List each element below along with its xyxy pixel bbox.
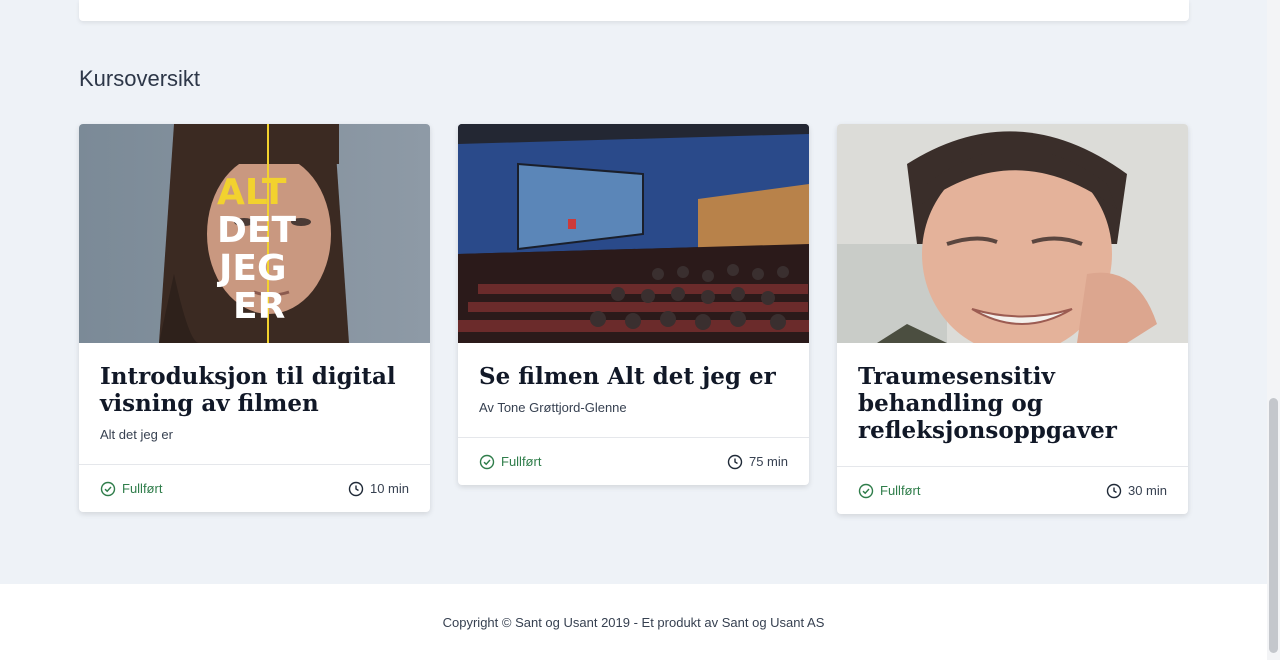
clock-icon [348, 481, 364, 497]
course-subtitle: Alt det jeg er [100, 427, 173, 442]
status-label: Fullført [880, 483, 921, 498]
poster-text-line: JEG [216, 248, 287, 289]
check-circle-icon [479, 454, 495, 470]
clock-icon [727, 454, 743, 470]
course-card-footer: Fullført 10 min [79, 464, 430, 512]
course-image [458, 124, 809, 343]
vertical-scrollbar[interactable] [1267, 0, 1280, 660]
course-image [837, 124, 1188, 343]
completion-status: Fullført [100, 481, 162, 497]
course-card-footer: Fullført 75 min [458, 437, 809, 485]
cinema-image [458, 124, 809, 343]
completion-status: Fullført [858, 483, 920, 499]
course-duration: 30 min [1106, 483, 1167, 499]
status-label: Fullført [122, 481, 163, 496]
poster-text-line: DET [217, 210, 296, 251]
course-card-footer: Fullført 30 min [837, 466, 1188, 514]
poster-text-line: ALT [217, 172, 287, 213]
check-circle-icon [858, 483, 874, 499]
course-card[interactable]: Se filmen Alt det jeg er Av Tone Grøttjo… [458, 124, 809, 485]
duration-label: 75 min [748, 454, 788, 469]
section-title: Kursoversikt [79, 66, 201, 91]
course-card[interactable]: ALT DET JEG ER Introduksjon til digital … [79, 124, 430, 512]
previous-section-card [79, 0, 1189, 21]
check-circle-icon [100, 481, 116, 497]
course-card[interactable]: Traumesensitiv behandling og refleksjons… [837, 124, 1188, 514]
duration-label: 30 min [1127, 483, 1167, 498]
portrait-poster-image: ALT DET JEG ER [79, 124, 430, 343]
smiling-portrait-image [837, 124, 1188, 343]
course-subtitle: Av Tone Grøttjord-Glenne [479, 400, 627, 415]
duration-label: 10 min [369, 481, 409, 496]
copyright-text: Copyright © Sant og Usant 2019 - Et prod… [442, 614, 825, 630]
completion-status: Fullført [479, 454, 541, 470]
poster-text-line: ER [233, 286, 285, 327]
page-footer: Copyright © Sant og Usant 2019 - Et prod… [0, 584, 1267, 660]
status-label: Fullført [501, 454, 542, 469]
course-title[interactable]: Se filmen Alt det jeg er [479, 363, 788, 390]
course-duration: 10 min [348, 481, 409, 497]
course-image: ALT DET JEG ER [79, 124, 430, 343]
course-title[interactable]: Introduksjon til digital visning av film… [100, 363, 409, 417]
course-title[interactable]: Traumesensitiv behandling og refleksjons… [858, 363, 1167, 444]
scrollbar-thumb[interactable] [1269, 398, 1278, 653]
course-duration: 75 min [727, 454, 788, 470]
clock-icon [1106, 483, 1122, 499]
